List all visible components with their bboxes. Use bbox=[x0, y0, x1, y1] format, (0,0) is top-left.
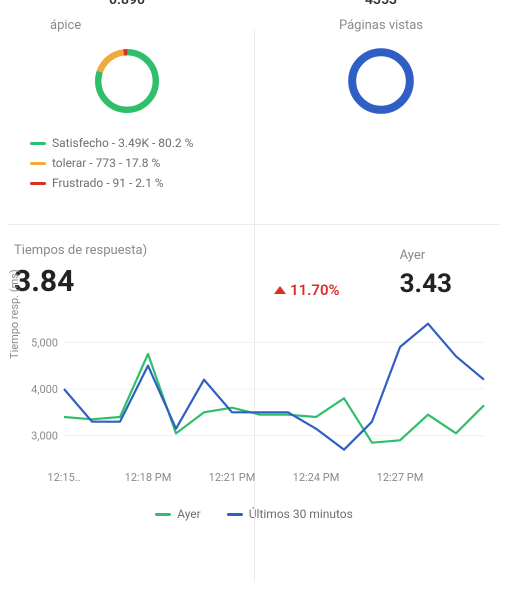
apex-title: ápice bbox=[10, 18, 244, 33]
legend-text: Ayer bbox=[177, 507, 201, 521]
apex-legend-item: tolerar - 773 - 17.8 % bbox=[30, 153, 244, 173]
legend-text: Satisfecho - 3.49K - 80.2 % bbox=[52, 133, 193, 153]
response-time-chart: Tiempo resp. (ms) 3,0004,0005,00012:15..… bbox=[14, 309, 494, 489]
chart-legend-item: Últimos 30 minutos bbox=[227, 507, 353, 521]
chart-ylabel: Tiempo resp. (ms) bbox=[8, 269, 21, 359]
svg-text:12:24 PM: 12:24 PM bbox=[293, 471, 340, 484]
apex-panel: ápice 0.890 Satisfecho - 3.49K - 80.2 %t… bbox=[0, 0, 254, 220]
legend-swatch-icon bbox=[30, 182, 46, 185]
legend-text: Frustrado - 91 - 2.1 % bbox=[52, 173, 164, 193]
svg-text:5,000: 5,000 bbox=[31, 336, 58, 349]
svg-text:12:15..: 12:15.. bbox=[47, 471, 80, 484]
legend-swatch-icon bbox=[227, 513, 243, 516]
legend-text: tolerar - 773 - 17.8 % bbox=[52, 153, 160, 173]
legend-swatch-icon bbox=[30, 142, 46, 145]
resp-value-yesterday: 3.43 bbox=[400, 269, 452, 299]
apex-donut bbox=[87, 41, 167, 121]
svg-text:4,000: 4,000 bbox=[31, 383, 58, 396]
chart-svg: 3,000 4,000 5,000 12:15.. 12:18 PM 12:21 PM 12… bbox=[14, 309, 494, 489]
chart-legend-item: Ayer bbox=[155, 507, 201, 521]
pageviews-value: 4353 bbox=[341, 0, 421, 8]
up-triangle-icon bbox=[274, 286, 286, 294]
svg-text:12:18 PM: 12:18 PM bbox=[125, 471, 172, 484]
pageviews-panel: Páginas vistas 4353 bbox=[254, 0, 508, 220]
apex-legend: Satisfecho - 3.49K - 80.2 %tolerar - 773… bbox=[10, 133, 244, 193]
resp-label-yesterday: Ayer bbox=[400, 248, 452, 263]
svg-text:12:21 PM: 12:21 PM bbox=[209, 471, 256, 484]
resp-value: 3.84 bbox=[14, 264, 214, 299]
resp-label: Tiempos de respuesta) bbox=[14, 243, 214, 258]
legend-text: Últimos 30 minutos bbox=[249, 507, 353, 521]
resp-delta: 11.70% bbox=[274, 281, 340, 299]
legend-swatch-icon bbox=[30, 162, 46, 165]
legend-swatch-icon bbox=[155, 513, 171, 516]
resp-delta-value: 11.70% bbox=[290, 281, 340, 299]
apex-value: 0.890 bbox=[87, 0, 167, 8]
apex-legend-item: Frustrado - 91 - 2.1 % bbox=[30, 173, 244, 193]
svg-text:12:27 PM: 12:27 PM bbox=[377, 471, 424, 484]
pageviews-ring bbox=[341, 41, 421, 121]
apex-legend-item: Satisfecho - 3.49K - 80.2 % bbox=[30, 133, 244, 153]
svg-text:3,000: 3,000 bbox=[31, 430, 58, 443]
pageviews-title: Páginas vistas bbox=[264, 18, 498, 33]
